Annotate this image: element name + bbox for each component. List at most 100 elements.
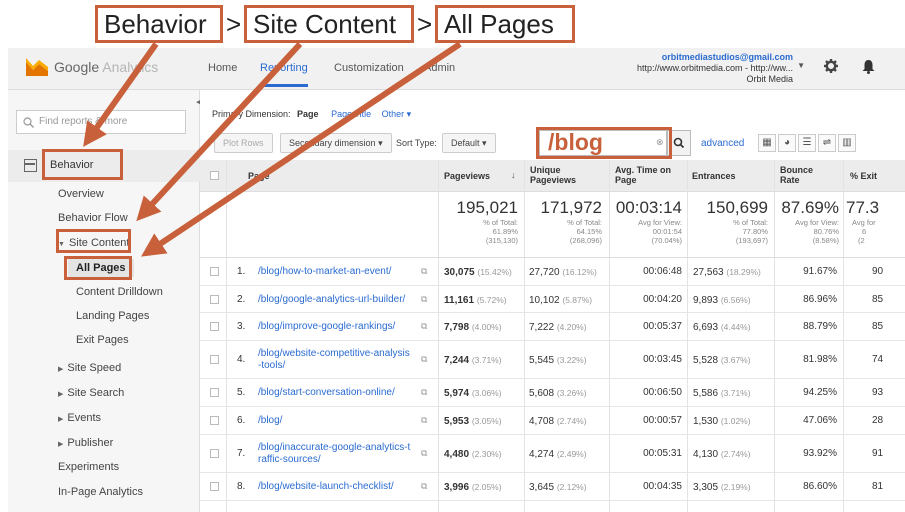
row-checkbox[interactable]: [210, 355, 219, 364]
cell-avg-time: 00:00:57: [643, 415, 682, 426]
cell-entrances: 5,528 (3.67%): [693, 355, 751, 366]
open-page-icon[interactable]: ⧉: [421, 481, 427, 492]
page-link[interactable]: /blog/: [258, 415, 418, 427]
open-page-icon[interactable]: ⧉: [421, 387, 427, 398]
table-row[interactable]: 2. /blog/google-analytics-url-builder/⧉ 11…: [200, 286, 905, 313]
sidebar-item-experiments[interactable]: Experiments: [58, 461, 119, 473]
col-entrances[interactable]: Entrances: [692, 171, 736, 181]
cell-avg-time: 00:04:35: [643, 481, 682, 492]
dimension-other[interactable]: Other ▾: [382, 109, 412, 119]
sidebar-item-in-page-analytics[interactable]: In-Page Analytics: [58, 486, 143, 498]
row-checkbox[interactable]: [210, 388, 219, 397]
col-avg-time-on-page[interactable]: Avg. Time on Page: [615, 165, 685, 185]
account-selector[interactable]: orbitmediastudios@gmail.com http://www.o…: [637, 52, 793, 85]
sort-type-label: Sort Type:: [396, 138, 437, 148]
plot-rows-button[interactable]: Plot Rows: [214, 133, 273, 153]
cell-bounce-rate: 88.79%: [803, 321, 837, 332]
cell-avg-time: 00:03:45: [643, 354, 682, 365]
page-link[interactable]: /blog/website-launch-checklist/: [258, 481, 418, 493]
page-link[interactable]: /blog/inaccurate-google-analytics-t raffi…: [258, 442, 418, 466]
open-page-icon[interactable]: ⧉: [421, 415, 427, 426]
collapsed-triangle-icon: ▶: [58, 366, 64, 373]
page-link[interactable]: /blog/website-competitive-analysis -tools…: [258, 348, 418, 372]
table-row[interactable]: 3. /blog/improve-google-rankings/⧉ 7,798 (…: [200, 313, 905, 341]
account-email: orbitmediastudios@gmail.com: [661, 52, 793, 62]
total-avg-time: 00:03:14 Avg for View: 00:01:54 (70.04%): [615, 198, 682, 245]
gear-icon[interactable]: [824, 59, 838, 77]
pivot-view-icon[interactable]: ▥: [838, 134, 856, 152]
nav-home[interactable]: Home: [208, 62, 237, 74]
sidebar-item-exit-pages[interactable]: Exit Pages: [76, 334, 129, 346]
sidebar-item-publisher[interactable]: ▶ Publisher: [58, 437, 113, 449]
sidebar-item-events[interactable]: ▶ Events: [58, 412, 101, 424]
total-pageviews: 195,021 % of Total: 61.89% (315,130): [456, 198, 518, 245]
cell-exit: 74: [872, 354, 884, 365]
dimension-page[interactable]: Page: [297, 109, 319, 119]
row-checkbox[interactable]: [210, 267, 219, 276]
chevron-down-icon[interactable]: ▼: [797, 61, 805, 70]
sidebar-item-content-drilldown[interactable]: Content Drilldown: [76, 286, 163, 298]
row-checkbox[interactable]: [210, 322, 219, 331]
report-search-input[interactable]: Find reports & more: [16, 110, 186, 134]
row-number: 3.: [237, 321, 246, 332]
col-pageviews[interactable]: Pageviews: [444, 171, 490, 181]
select-all-checkbox[interactable]: [210, 171, 219, 180]
table-row[interactable]: 8. /blog/website-launch-checklist/⧉ 3,996 …: [200, 473, 905, 501]
cell-exit: 93: [872, 387, 884, 398]
row-checkbox[interactable]: [210, 416, 219, 425]
performance-view-icon[interactable]: ☰: [798, 134, 816, 152]
open-page-icon[interactable]: ⧉: [421, 354, 427, 365]
sidebar-item-behavior-flow[interactable]: Behavior Flow: [58, 212, 128, 224]
page-link[interactable]: /blog/google-analytics-url-builder/: [258, 294, 418, 306]
table-row[interactable]: 5. /blog/start-conversation-online/⧉ 5,974…: [200, 379, 905, 407]
open-page-icon[interactable]: ⧉: [421, 294, 427, 305]
cell-pageviews: 5,974 (3.06%): [444, 388, 502, 399]
sidebar-item-site-speed[interactable]: ▶ Site Speed: [58, 362, 121, 374]
search-icon: [23, 115, 34, 137]
google-analytics-logo[interactable]: Google Analytics: [26, 58, 158, 76]
open-page-icon[interactable]: ⧉: [421, 321, 427, 332]
bell-icon[interactable]: [862, 59, 875, 78]
cell-avg-time: 00:05:31: [643, 448, 682, 459]
secondary-dimension-dropdown[interactable]: Secondary dimension ▾: [280, 133, 392, 153]
table-row[interactable]: 4. /blog/website-competitive-analysis -too…: [200, 341, 905, 379]
behavior-section-icon: [24, 159, 37, 172]
open-page-icon[interactable]: ⧉: [421, 448, 427, 459]
page-link[interactable]: /blog/improve-google-rankings/: [258, 321, 418, 333]
sort-type-dropdown[interactable]: Default ▾: [442, 133, 496, 153]
sidebar-item-landing-pages[interactable]: Landing Pages: [76, 310, 149, 322]
sidebar-item-overview[interactable]: Overview: [58, 188, 104, 200]
cell-exit: 28: [872, 415, 884, 426]
nav-customization[interactable]: Customization: [334, 62, 404, 74]
comparison-view-icon[interactable]: ⇌: [818, 134, 836, 152]
nav-reporting[interactable]: Reporting: [260, 62, 308, 87]
report-main: Primary Dimension: Page Page Title Other…: [200, 90, 905, 512]
table-view-icon[interactable]: ▦: [758, 134, 776, 152]
sidebar-item-site-search[interactable]: ▶ Site Search: [58, 387, 124, 399]
row-checkbox[interactable]: [210, 482, 219, 491]
advanced-filter-link[interactable]: advanced: [701, 138, 744, 149]
all-pages-annotation-box: [64, 256, 132, 280]
table-row[interactable]: 7. /blog/inaccurate-google-analytics-t raf…: [200, 435, 905, 473]
col-exit[interactable]: % Exit: [850, 171, 877, 181]
cell-exit: 85: [872, 294, 884, 305]
nav-admin[interactable]: Admin: [424, 62, 455, 74]
row-checkbox[interactable]: [210, 449, 219, 458]
col-bounce-rate[interactable]: Bounce Rate: [780, 165, 820, 185]
row-checkbox[interactable]: [210, 295, 219, 304]
col-page[interactable]: Page: [248, 171, 270, 181]
row-number: 6.: [237, 415, 246, 426]
cell-exit: 91: [872, 448, 884, 459]
dimension-page-title[interactable]: Page Title: [331, 109, 371, 119]
cell-unique-pageviews: 10,102 (5.87%): [529, 295, 593, 306]
page-link[interactable]: /blog/start-conversation-online/: [258, 387, 418, 399]
table-row[interactable]: 1. /blog/how-to-market-an-event/⧉ 30,075 (…: [200, 258, 905, 286]
col-unique-pageviews[interactable]: Unique Pageviews: [530, 165, 590, 185]
account-name: Orbit Media: [746, 74, 793, 84]
pie-view-icon[interactable]: ◕: [778, 134, 796, 152]
table-header: Page Pageviews ↓ Unique Pageviews Avg. T…: [200, 160, 905, 192]
page-link[interactable]: /blog/how-to-market-an-event/: [258, 266, 418, 278]
table-row[interactable]: 6. /blog/⧉ 5,953 (3.05%) 4,708 (2.74%) 00:00…: [200, 407, 905, 435]
open-page-icon[interactable]: ⧉: [421, 266, 427, 277]
breadcrumb-all-pages: All Pages: [435, 5, 575, 43]
